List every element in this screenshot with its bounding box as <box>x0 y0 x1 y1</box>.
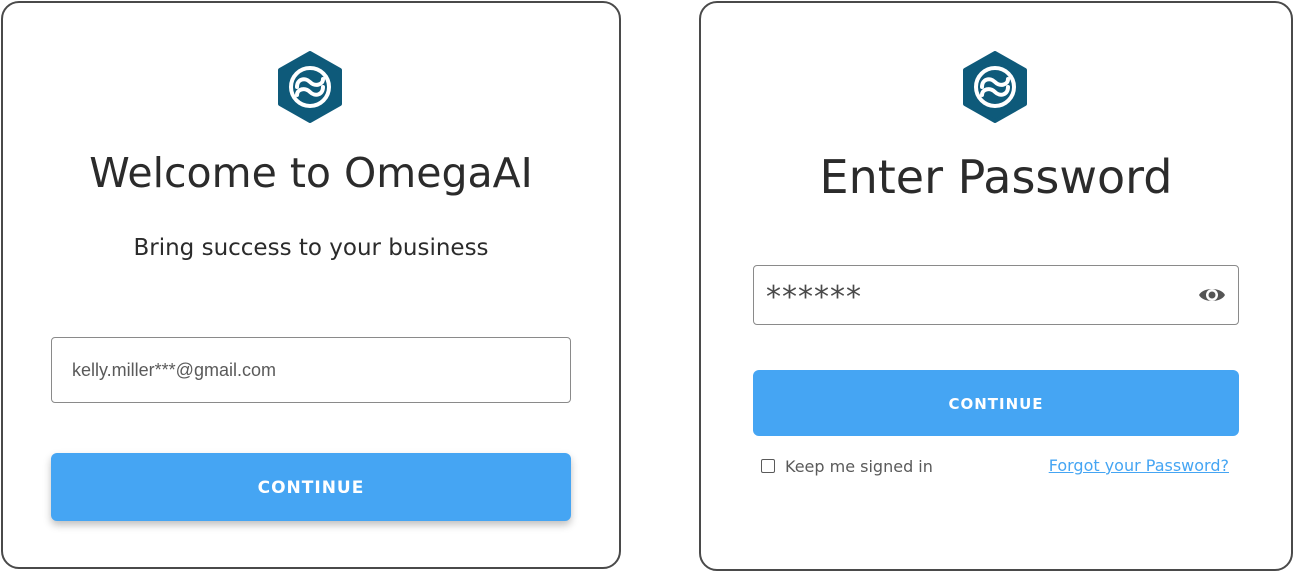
page-title: Enter Password <box>819 150 1173 204</box>
continue-button[interactable]: CONTINUE <box>753 370 1239 436</box>
email-login-card: Welcome to OmegaAI Bring success to your… <box>1 1 621 569</box>
keep-signed-in-label: Keep me signed in <box>785 456 933 476</box>
password-masked-value: ****** <box>766 280 862 315</box>
omegaai-logo-icon <box>278 51 342 123</box>
eye-icon[interactable] <box>1198 284 1226 306</box>
continue-button[interactable]: CONTINUE <box>51 453 571 521</box>
forgot-password-link[interactable]: Forgot your Password? <box>1049 456 1229 475</box>
checkbox-icon[interactable] <box>761 459 775 473</box>
email-field[interactable] <box>72 338 552 402</box>
password-field[interactable]: ****** <box>753 265 1239 325</box>
password-login-card: Enter Password ****** CONTINUE Keep me s… <box>699 1 1293 571</box>
keep-signed-in-checkbox[interactable]: Keep me signed in <box>761 455 933 477</box>
page-title: Welcome to OmegaAI <box>89 149 533 197</box>
omegaai-logo-icon <box>963 51 1027 123</box>
email-field-container <box>51 337 571 403</box>
page-subtitle: Bring success to your business <box>133 235 489 261</box>
